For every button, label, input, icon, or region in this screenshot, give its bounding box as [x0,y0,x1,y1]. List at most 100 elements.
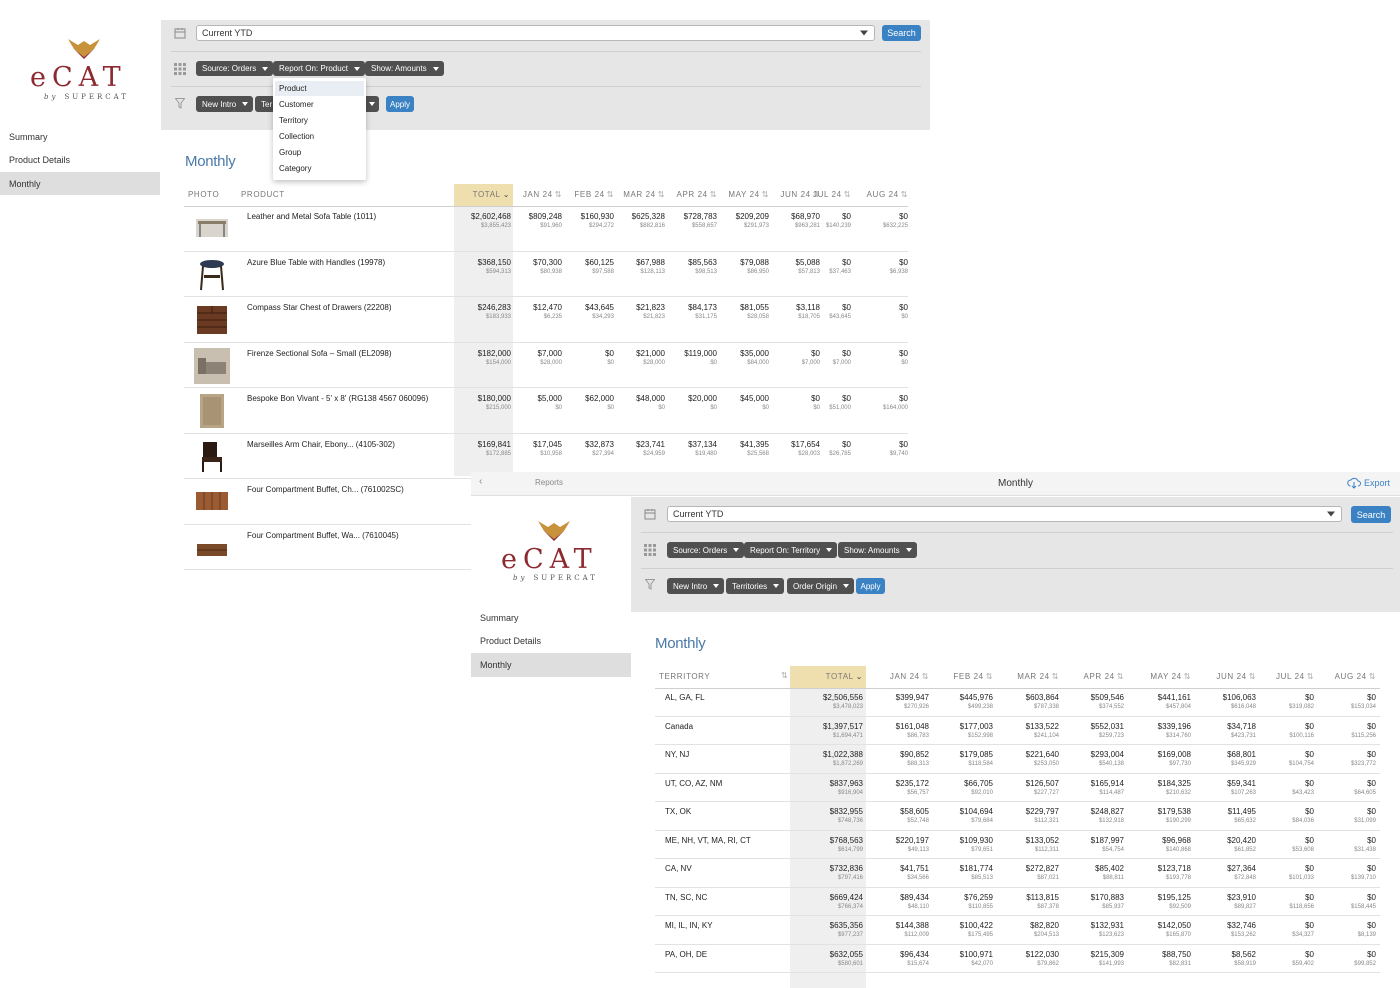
report-on-pill[interactable]: Report On: Product [273,61,365,76]
dropdown-option-product[interactable]: Product [275,81,364,96]
dropdown-option-collection[interactable]: Collection [275,129,364,144]
table-row[interactable]: Canada $1,397,517 $1,694,471 $161,048 $86,78… [471,717,1400,745]
table-row[interactable]: UT, CO, AZ, NM $837,963 $916,904 $235,172 $5… [471,774,1400,802]
table-row[interactable]: Azure Blue Table with Handles (19978) $36… [0,252,930,297]
order-origin-pill[interactable]: Order Origin [787,578,855,594]
table-row[interactable]: TX, OK $832,955 $748,736 $58,605 $52,748 $104… [471,802,1400,831]
product-name[interactable]: Four Compartment Buffet, Ch... (761002SC… [247,485,404,494]
sidebar-item-monthly[interactable]: Monthly [0,172,160,195]
col-header-month[interactable]: FEB 24 ⇅ [562,190,614,199]
month-prior-value: $8,139 [1357,932,1376,938]
month-prior-value: $6,938 [889,268,908,275]
table-row[interactable]: Leather and Metal Sofa Table (1011) $2,60… [0,206,930,252]
new-intro-pill[interactable]: New Intro [667,578,725,594]
search-button[interactable]: Search [882,25,921,41]
col-header-month[interactable]: AUG 24 ⇅ [856,190,908,199]
table-row[interactable]: CA, NV $732,836 $797,416 $41,751 $34,566 $181… [471,859,1400,888]
product-name[interactable]: Bespoke Bon Vivant - 5' x 8' (RG138 4567… [247,394,428,403]
sidebar-item-monthly[interactable]: Monthly [471,653,631,677]
date-range-select[interactable]: Current YTD [196,25,875,41]
month-value: $133,522 [1025,721,1059,731]
table-row[interactable]: PA, OH, DE $632,055 $580,601 $96,434 $15,674… [471,945,1400,973]
table-row[interactable]: MI, IL, IN, KY $635,356 $977,237 $144,388 $1… [471,916,1400,945]
col-header-total[interactable]: TOTAL ⌄ [460,190,510,199]
month-cell: $113,815 $87,378 [1001,893,1059,910]
sidebar-item-summary[interactable]: Summary [471,607,631,629]
month-value: $43,645 [585,303,614,312]
territory-name[interactable]: PA, OH, DE [665,950,707,959]
product-name[interactable]: Compass Star Chest of Drawers (22208) [247,303,392,312]
sidebar-item-summary[interactable]: Summary [0,126,160,148]
territory-name[interactable]: ME, NH, VT, MA, RI, CT [665,836,751,845]
show-pill[interactable]: Show: Amounts [838,542,917,558]
dropdown-option-customer[interactable]: Customer [275,97,364,112]
col-header-photo[interactable]: PHOTO [188,190,219,199]
month-cell: $170,883 $85,937 [1066,893,1124,910]
territory-name[interactable]: CA, NV [665,864,692,873]
month-prior-value: $153,034 [1350,704,1376,710]
col-header-month[interactable]: MAY 24 ⇅ [1133,672,1191,681]
new-intro-pill[interactable]: New Intro [196,96,254,112]
col-header-product[interactable]: PRODUCT [241,190,285,199]
reports-link[interactable]: Reports [535,478,563,487]
table-row[interactable]: Firenze Sectional Sofa – Small (EL2098) $… [0,343,930,388]
export-button[interactable]: Export [1347,477,1390,489]
product-name[interactable]: Azure Blue Table with Handles (19978) [247,258,385,267]
col-header-territory[interactable]: TERRITORY [659,672,710,681]
col-header-month[interactable]: APR 24 ⇅ [1066,672,1124,681]
apply-button[interactable]: Apply [856,578,885,594]
date-range-select[interactable]: Current YTD [667,506,1342,522]
product-name[interactable]: Firenze Sectional Sofa – Small (EL2098) [247,349,392,358]
col-header-month[interactable]: JAN 24 ⇅ [510,190,562,199]
product-name[interactable]: Leather and Metal Sofa Table (1011) [247,212,376,221]
col-header-month[interactable]: JUL 24 ⇅ [1256,672,1314,681]
territory-name[interactable]: MI, IL, IN, KY [665,921,713,930]
territory-name[interactable]: AL, GA, FL [665,693,705,702]
col-header-month[interactable]: MAR 24 ⇅ [613,190,665,199]
territories-pill[interactable]: Territories [726,578,785,594]
apply-button[interactable]: Apply [386,96,414,112]
table-row[interactable]: ME, NH, VT, MA, RI, CT $768,563 $614,799 $2… [471,831,1400,859]
back-chevron-icon[interactable]: ‹ [479,476,482,487]
table-row[interactable]: Compass Star Chest of Drawers (22208) $24… [0,297,930,343]
territory-name[interactable]: TX, OK [665,807,691,816]
month-value: $0 [605,348,614,358]
col-header-month[interactable]: MAR 24 ⇅ [1001,672,1059,681]
month-cell: $12,470 $6,235 [512,303,562,320]
col-header-month[interactable]: APR 24 ⇅ [665,190,717,199]
table-row[interactable]: NY, NJ $1,022,388 $1,872,269 $90,852 $88,313… [471,745,1400,774]
dropdown-option-group[interactable]: Group [275,145,364,160]
month-prior-value: $112,321 [1034,818,1059,824]
table-row[interactable]: Bespoke Bon Vivant - 5' x 8' (RG138 4567… [0,388,930,434]
month-value: $177,003 [959,721,993,731]
col-header-month[interactable]: JUN 24 ⇅ [1198,672,1256,681]
report-on-pill[interactable]: Report On: Territory [744,542,838,558]
table-row[interactable]: AL, GA, FL $2,506,556 $3,478,023 $399,947 $2… [471,688,1400,717]
col-header-month[interactable]: JUL 24 ⇅ [799,190,851,199]
territory-name[interactable]: UT, CO, AZ, NM [665,779,722,788]
col-header-month[interactable]: JAN 24 ⇅ [871,672,929,681]
col-header-month[interactable]: AUG 24 ⇅ [1318,672,1376,681]
product-name[interactable]: Marseilles Arm Chair, Ebony... (4105-302… [247,440,395,449]
month-value: $0 [1305,892,1314,902]
source-pill[interactable]: Source: Orders [667,542,745,558]
pill-label: Show: Amounts [844,545,900,555]
territory-name[interactable]: TN, SC, NC [665,893,707,902]
month-cell: $184,325 $210,632 [1133,779,1191,796]
month-prior-value: $87,378 [1037,903,1059,910]
source-pill[interactable]: Source: Orders [196,61,274,76]
territory-name[interactable]: NY, NJ [665,750,689,759]
sidebar-item-product-details[interactable]: Product Details [0,149,160,171]
territory-name[interactable]: Canada [665,722,693,731]
product-name[interactable]: Four Compartment Buffet, Wa... (7610045) [247,531,399,540]
sidebar-item-product-details[interactable]: Product Details [471,630,631,652]
dropdown-option-territory[interactable]: Territory [275,113,364,128]
dropdown-option-category[interactable]: Category [275,161,364,176]
col-header-month[interactable]: MAY 24 ⇅ [717,190,769,199]
search-button[interactable]: Search [1351,506,1391,523]
table-row[interactable]: TN, SC, NC $669,424 $766,374 $89,434 $48,110… [471,888,1400,916]
show-pill[interactable]: Show: Amounts [365,61,444,76]
col-header-total[interactable]: TOTAL ⌄ [801,672,863,681]
month-cell: $89,434 $48,110 [871,893,929,910]
col-header-month[interactable]: FEB 24 ⇅ [935,672,993,681]
